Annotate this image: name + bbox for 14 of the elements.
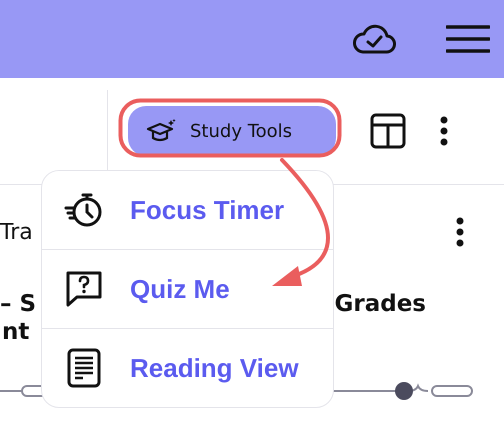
heading-text: nt (2, 319, 30, 345)
menu-icon[interactable] (446, 25, 490, 53)
graduation-cap-icon (146, 119, 176, 143)
cloud-check-icon[interactable] (352, 23, 396, 55)
menu-item[interactable]: Focus Timer (42, 171, 333, 250)
item-title: Tra (0, 220, 33, 244)
heading-text: – S (0, 291, 36, 317)
more-options-icon[interactable] (440, 116, 448, 146)
more-options-icon[interactable] (456, 217, 464, 247)
question-bubble-icon (64, 269, 104, 309)
study-tools-button[interactable]: Study Tools (128, 106, 336, 156)
heading-text: Grades (334, 291, 426, 317)
menu-item[interactable]: Reading View (42, 329, 333, 407)
layout-icon[interactable] (370, 113, 406, 149)
